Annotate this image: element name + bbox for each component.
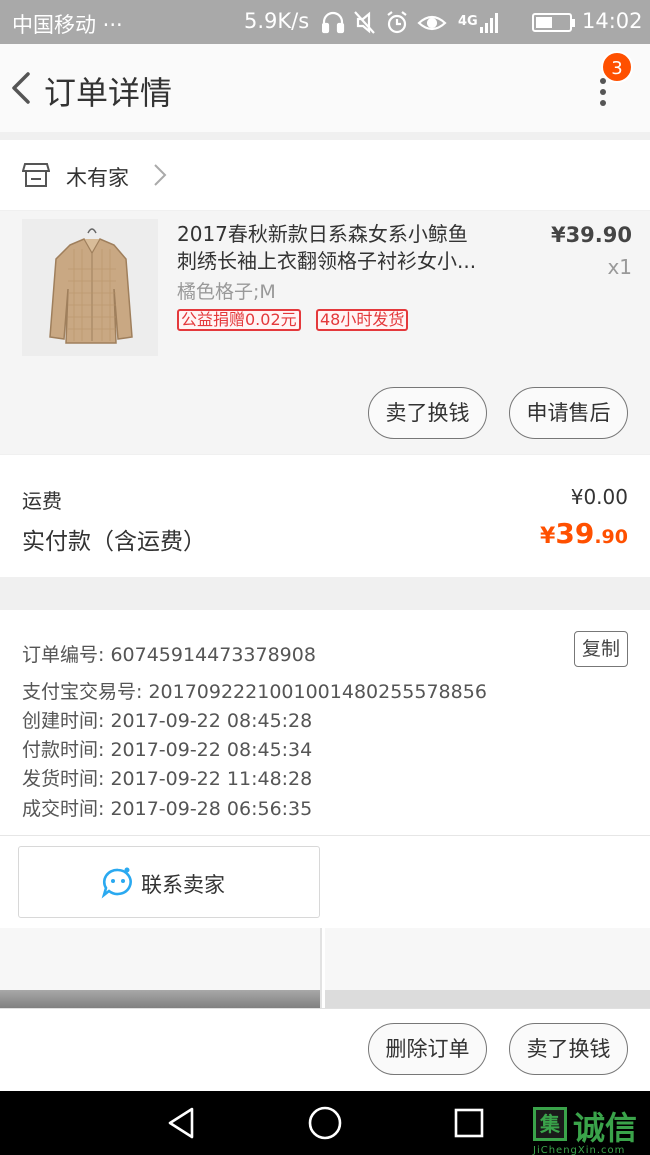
nav-recents-icon[interactable] — [453, 1107, 485, 1139]
more-menu-icon[interactable] — [600, 78, 606, 111]
system-nav-bar: 集 诚信 JiChengXin.com — [0, 1091, 650, 1155]
contact-seller-label: 联系卖家 — [141, 873, 225, 897]
carrier-label: 中国移动 ··· — [12, 13, 123, 37]
alipay-trade-number: 支付宝交易号: 2017092221001001480255578856 — [22, 681, 487, 703]
shop-row[interactable]: 木有家 — [0, 140, 650, 210]
recommended-image — [325, 990, 650, 1008]
eye-icon — [417, 15, 447, 31]
watermark-box: 集 — [533, 1107, 567, 1141]
product-title-line2: 刺绣长袖上衣翻领格子衬衫女小... — [177, 249, 477, 273]
page-title: 订单详情 — [44, 74, 173, 112]
watermark-sub: JiChengXin.com — [533, 1145, 626, 1155]
nav-back-icon[interactable] — [164, 1105, 198, 1141]
order-info: 订单编号: 60745914473378908 复制 支付宝交易号: 20170… — [0, 610, 650, 836]
network-speed: 5.9K/s — [244, 9, 310, 33]
product-variant: 橘色格子;M — [177, 281, 276, 303]
product-item[interactable]: 2017春秋新款日系森女系小鲸鱼 刺绣长袖上衣翻领格子衬衫女小... 橘色格子;… — [0, 211, 650, 454]
paid-amount: ¥39.90 — [540, 517, 628, 550]
clock: 14:02 — [582, 9, 643, 33]
bottom-action-bar: 删除订单 卖了换钱 — [0, 1008, 650, 1091]
contact-area: 联系卖家 — [0, 836, 650, 928]
shipping-value: ¥0.00 — [570, 485, 628, 509]
watermark-text: 诚信 — [573, 1109, 638, 1147]
copy-button[interactable]: 复制 — [574, 631, 628, 667]
back-icon[interactable] — [8, 68, 38, 108]
sell-item-button[interactable]: 卖了换钱 — [368, 387, 487, 439]
sell-item-button-bottom[interactable]: 卖了换钱 — [509, 1023, 628, 1075]
product-quantity: x1 — [607, 255, 632, 279]
recommended-card[interactable] — [0, 928, 322, 1008]
donation-tag: 公益捐赠0.02元 — [177, 309, 301, 331]
recommended-image — [0, 990, 320, 1008]
alarm-icon — [387, 11, 407, 34]
battery-icon — [532, 13, 575, 32]
signal-icon — [480, 13, 498, 33]
shirt-image — [22, 219, 158, 356]
order-number: 订单编号: 60745914473378908 — [22, 644, 316, 666]
delete-order-button[interactable]: 删除订单 — [368, 1023, 487, 1075]
product-title-line1: 2017春秋新款日系森女系小鲸鱼 — [177, 222, 468, 246]
shop-name: 木有家 — [66, 166, 129, 190]
completed-time: 成交时间: 2017-09-28 06:56:35 — [22, 798, 313, 820]
paid-label: 实付款（含运费） — [22, 529, 206, 555]
shipping-label: 运费 — [22, 489, 62, 513]
store-icon — [22, 163, 50, 187]
app-header: 订单详情 — [0, 44, 650, 132]
signal-label: 4G — [458, 14, 478, 29]
paid-integer: 39 — [555, 517, 595, 550]
shipping-promise-tag: 48小时发货 — [316, 309, 409, 331]
recommended-items — [0, 928, 650, 1008]
chevron-right-icon — [154, 164, 167, 186]
paid-currency: ¥ — [540, 524, 556, 549]
status-bar: 中国移动 ··· 5.9K/s 4G 14:02 — [0, 0, 650, 44]
created-time: 创建时间: 2017-09-22 08:45:28 — [22, 710, 313, 732]
product-thumbnail[interactable] — [22, 219, 158, 356]
order-totals: 运费 ¥0.00 实付款（含运费） ¥39.90 — [0, 455, 650, 577]
contact-seller-button[interactable]: 联系卖家 — [18, 846, 320, 918]
chat-bubble-icon — [101, 867, 132, 899]
paid-decimal: .90 — [594, 526, 628, 548]
recommended-card[interactable] — [325, 928, 650, 1008]
mute-icon — [354, 11, 375, 34]
paid-time: 付款时间: 2017-09-22 08:45:34 — [22, 739, 313, 761]
shipped-time: 发货时间: 2017-09-22 11:48:28 — [22, 768, 313, 790]
notification-badge: 3 — [601, 51, 633, 83]
product-price: ¥39.90 — [550, 223, 632, 247]
headphones-icon — [322, 11, 345, 34]
product-title[interactable]: 2017春秋新款日系森女系小鲸鱼 刺绣长袖上衣翻领格子衬衫女小... — [177, 221, 507, 275]
after-sale-button[interactable]: 申请售后 — [509, 387, 628, 439]
status-icons: 4G — [322, 11, 498, 34]
nav-home-icon[interactable] — [307, 1105, 343, 1141]
